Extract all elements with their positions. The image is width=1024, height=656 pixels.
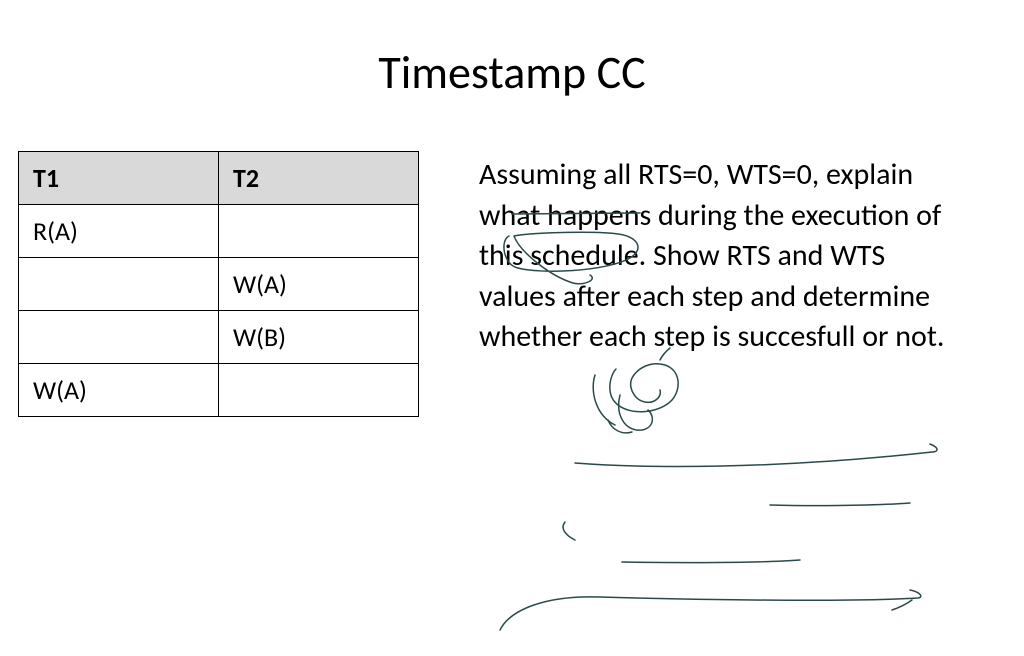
content-area: T1 T2 R(A) W(A) W(B) W(A) <box>0 101 1024 417</box>
page-title: Timestamp CC <box>0 0 1024 101</box>
table-cell <box>219 364 419 417</box>
table-header-t2: T2 <box>219 152 419 205</box>
table-header-t1: T1 <box>19 152 219 205</box>
table-row: W(B) <box>19 311 419 364</box>
schedule-table: T1 T2 R(A) W(A) W(B) W(A) <box>18 151 419 417</box>
explanation-text: Assuming all RTS=0, WTS=0, explain what … <box>479 151 959 417</box>
table-cell <box>19 311 219 364</box>
table-row: W(A) <box>19 364 419 417</box>
table-row: W(A) <box>19 258 419 311</box>
table-cell: W(B) <box>219 311 419 364</box>
table-row: R(A) <box>19 205 419 258</box>
table-cell: W(A) <box>19 364 219 417</box>
schedule-table-container: T1 T2 R(A) W(A) W(B) W(A) <box>18 151 419 417</box>
table-cell: W(A) <box>219 258 419 311</box>
table-cell <box>19 258 219 311</box>
table-cell <box>219 205 419 258</box>
table-cell: R(A) <box>19 205 219 258</box>
